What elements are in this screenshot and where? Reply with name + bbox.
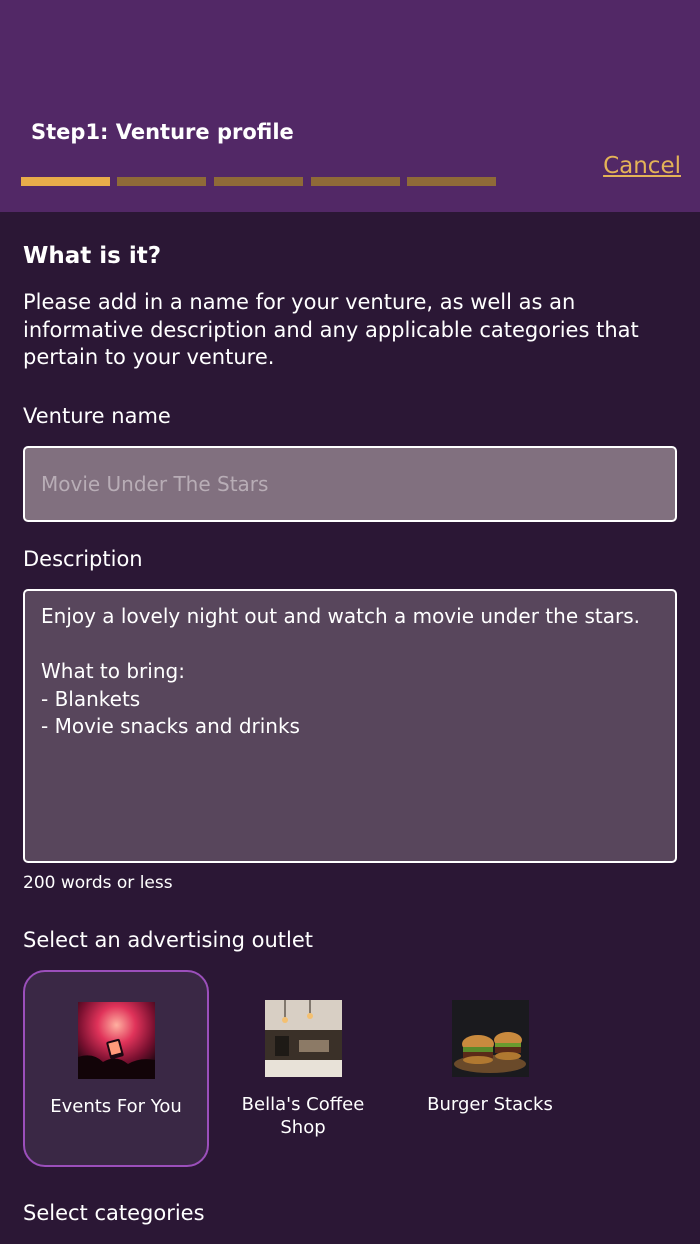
outlet-card-events[interactable]: Events For You [23,970,209,1167]
intro-text: Please add in a name for your venture, a… [23,290,639,369]
progress-segment-5 [407,177,496,186]
progress-segment-4 [311,177,400,186]
burger-photo-icon [451,1000,529,1077]
venture-name-input[interactable]: Movie Under The Stars [23,446,677,522]
description-label: Description [23,547,143,571]
outlet-card-burger[interactable]: Burger Stacks [397,970,583,1167]
concert-photo-icon [77,1002,155,1079]
outlet-name: Burger Stacks [427,1094,553,1115]
step-title: Step1: Venture profile [31,120,294,144]
description-hint: 200 words or less [23,873,173,893]
outlet-label: Select an advertising outlet [23,928,314,952]
step-progress [21,177,501,186]
outlet-name: Events For You [50,1096,182,1117]
categories-label: Select categories [23,1201,205,1225]
outlet-card-bellas[interactable]: Bella's Coffee Shop [210,970,396,1167]
progress-segment-2 [117,177,206,186]
progress-segment-1 [21,177,110,186]
progress-segment-3 [214,177,303,186]
section-heading: What is it? [23,243,162,269]
cancel-link[interactable]: Cancel [603,153,681,179]
outlet-name: Bella's Coffee Shop [241,1094,365,1138]
venture-name-label: Venture name [23,404,171,428]
description-textarea[interactable]: Enjoy a lovely night out and watch a mov… [23,589,677,863]
coffee-shop-photo-icon [264,1000,342,1077]
header-bar: Step1: Venture profile Cancel [0,0,700,212]
